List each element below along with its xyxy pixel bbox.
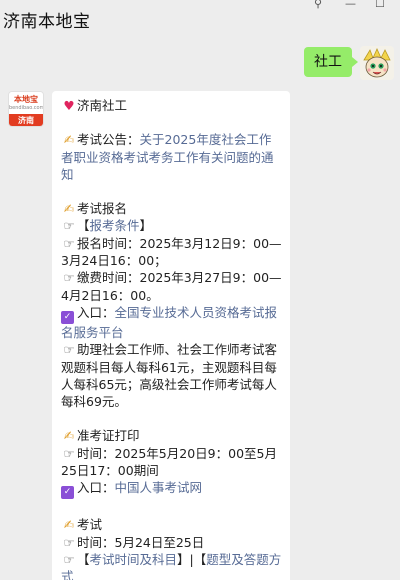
writing-hand-icon: ✍ <box>63 132 75 148</box>
payment-time: ☞ 缴费时间：2025年3月27日9：00—4月2日16：00。 <box>61 270 282 303</box>
registration-entry: ✓ 入口：全国专业技术人员资格考试报名服务平台 <box>61 304 278 340</box>
pointing-hand-icon: ☞ <box>63 342 75 358</box>
writing-hand-icon: ✍ <box>63 201 75 217</box>
exam-title: ✍ 考试 <box>61 516 282 533</box>
bot-avatar-logo: 本地宝 bendibao.com <box>9 92 43 114</box>
user-message-row: 社工 <box>304 46 394 80</box>
pin-icon[interactable]: ⚲ <box>314 0 322 9</box>
pointing-hand-icon: ☞ <box>63 235 75 251</box>
heart-icon: ♥ <box>63 98 75 113</box>
pointing-hand-icon: ☞ <box>63 445 75 461</box>
admit-entry: ✓ 入口：中国人事考试网 <box>61 479 282 500</box>
minimize-icon[interactable]: — <box>345 0 356 9</box>
checkbox-icon: ✓ <box>61 310 74 324</box>
bot-avatar-city: 济南 <box>9 114 43 126</box>
announce-line: ✍ 考试公告：关于2025年度社会工作者职业资格考试考务工作有关问题的通知 <box>61 132 274 182</box>
maximize-icon[interactable]: ☐ <box>375 0 385 9</box>
checkbox-icon: ✓ <box>61 486 74 500</box>
writing-hand-icon: ✍ <box>63 517 75 533</box>
bot-avatar[interactable]: 本地宝 bendibao.com 济南 <box>8 91 44 127</box>
registration-title: ✍ 考试报名 <box>61 200 282 217</box>
exam-links: ☞ 【考试时间及科目】|【题型及答题方式 <box>61 551 282 580</box>
user-avatar[interactable] <box>360 46 394 80</box>
writing-hand-icon: ✍ <box>63 428 75 444</box>
admit-time: ☞ 时间：2025年5月20日9：00至5月25日17：00期间 <box>61 445 277 479</box>
fee-text: ☞ 助理社会工作师、社会工作师考试客观题科目每人每科61元，主观题科目每人每科65… <box>61 342 278 410</box>
personnel-exam-link[interactable]: 中国人事考试网 <box>115 480 203 495</box>
pointing-hand-icon: ☞ <box>63 534 75 550</box>
exam-time: ☞ 时间：5月24日至25日 <box>61 534 282 551</box>
pointing-hand-icon: ☞ <box>63 551 75 567</box>
bot-reply-bubble: ♥ 济南社工 ✍ 考试公告：关于2025年度社会工作者职业资格考试考务工作有关问题的… <box>52 91 290 580</box>
page-title: 济南本地宝 <box>3 12 91 32</box>
user-message-bubble[interactable]: 社工 <box>304 47 358 77</box>
admit-title: ✍ 准考证打印 <box>61 427 282 444</box>
pointing-hand-icon: ☞ <box>63 270 75 286</box>
registration-time: ☞ 报名时间：2025年3月12日9：00—3月24日16：00； <box>61 235 282 269</box>
pointing-hand-icon: ☞ <box>63 218 75 234</box>
reply-heading: ♥ 济南社工 <box>61 97 282 114</box>
conditions-link[interactable]: 报考条件 <box>90 218 140 233</box>
top-bar: 济南本地宝 ⚲ — ☐ <box>0 0 400 38</box>
cartoon-avatar-icon <box>360 46 394 80</box>
exam-schedule-link[interactable]: 考试时间及科目 <box>90 552 178 567</box>
registration-conditions: ☞ 【报考条件】 <box>61 217 282 234</box>
